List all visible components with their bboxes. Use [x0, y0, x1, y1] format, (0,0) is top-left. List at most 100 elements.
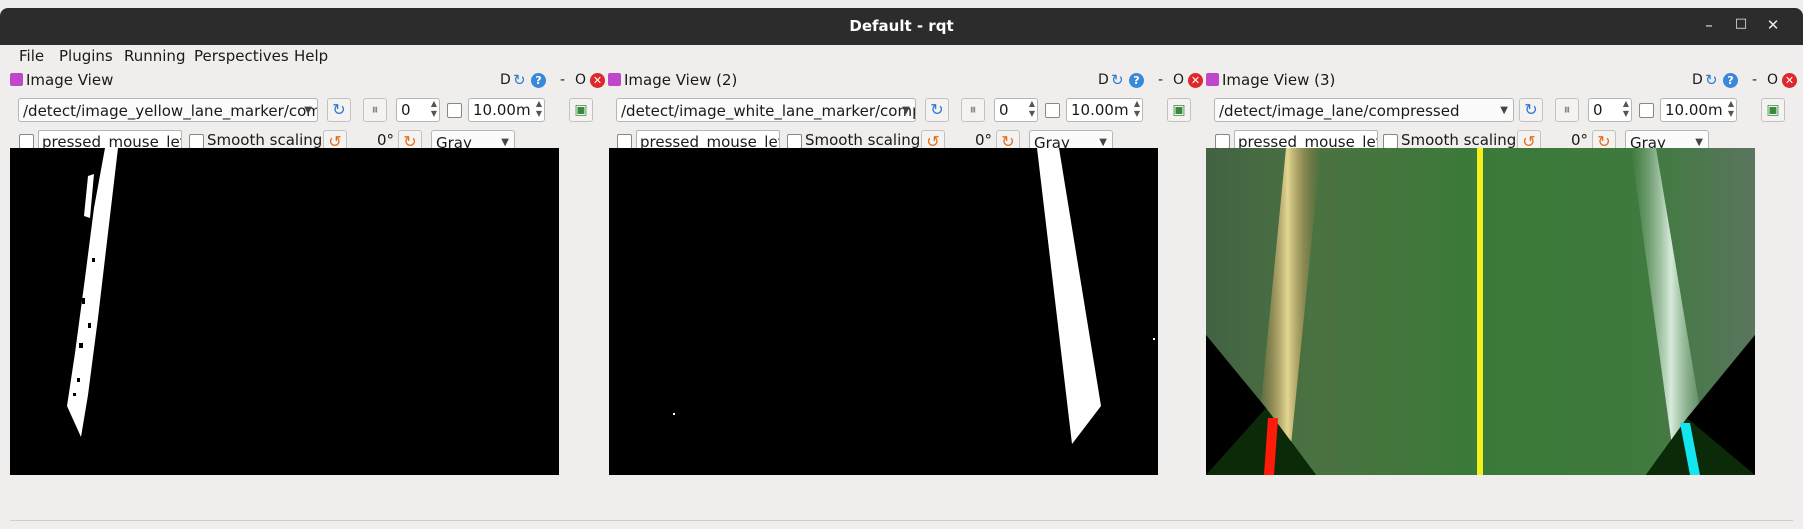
menu-bar: File Plugins Running Perspectives Help [0, 45, 1803, 69]
divider [10, 520, 1793, 521]
dock-close-icon[interactable]: ✕ [1188, 73, 1203, 88]
rqt-window: Default - rqt – □ ✕ File Plugins Running… [0, 0, 1803, 529]
save-image-icon[interactable]: ▣ [569, 98, 593, 122]
dock-d-button[interactable]: D [500, 72, 511, 88]
refresh-topics-button[interactable]: ↻ [1519, 98, 1543, 122]
spin-value: 0 [1593, 101, 1603, 119]
dock-d-button[interactable]: D [1692, 72, 1703, 88]
smooth-scaling-label: Smooth scaling [207, 131, 323, 149]
dock-title: Image View [26, 71, 114, 89]
dock-d-button[interactable]: D [1098, 72, 1109, 88]
title-bar[interactable]: Default - rqt – □ ✕ [0, 8, 1803, 45]
time-window-spin[interactable]: 10.00m ▲ ▼ [468, 98, 545, 122]
plugin-icon [10, 73, 23, 86]
save-image-icon[interactable]: ▣ [1167, 98, 1191, 122]
image-display[interactable] [1206, 148, 1755, 475]
lane-overlay-image [1206, 148, 1755, 475]
image-view-panel-3: Image View (3) D ↻ ? - O ✕ /detect/image… [1206, 70, 1803, 520]
help-icon[interactable]: ? [531, 73, 546, 88]
topic-value: /detect/image_yellow_lane_marker/com [23, 102, 318, 120]
dock-close-icon[interactable]: ✕ [590, 73, 605, 88]
dock-float-button[interactable]: O [1767, 72, 1778, 88]
smooth-scaling-label: Smooth scaling [1401, 131, 1517, 149]
time-value: 10.00m [1071, 101, 1129, 119]
dock-minimize-button[interactable]: - [560, 72, 565, 88]
white-lane-mask-image [673, 148, 1155, 444]
pause-icon[interactable]: ⏸ [1555, 98, 1579, 122]
dock-minimize-button[interactable]: - [1158, 72, 1163, 88]
help-icon[interactable]: ? [1723, 73, 1738, 88]
dock-title: Image View (3) [1222, 71, 1336, 89]
rotation-label: 0° [377, 131, 395, 149]
reload-icon[interactable]: ↻ [1705, 72, 1720, 88]
spin-arrows-icon[interactable]: ▲ ▼ [1623, 99, 1629, 119]
save-image-icon[interactable]: ▣ [1761, 98, 1785, 122]
menu-running[interactable]: Running [124, 47, 185, 65]
time-checkbox[interactable] [1045, 103, 1060, 118]
menu-file[interactable]: File [19, 47, 44, 65]
maximize-button[interactable]: □ [1731, 16, 1751, 31]
menu-plugins[interactable]: Plugins [59, 47, 113, 65]
time-window-spin[interactable]: 10.00m ▲ ▼ [1066, 98, 1143, 122]
menu-perspectives[interactable]: Perspectives [194, 47, 289, 65]
smooth-scaling-checkbox[interactable] [787, 134, 802, 149]
smooth-scaling-checkbox[interactable] [189, 134, 204, 149]
spin-arrows-icon[interactable]: ▲ ▼ [431, 99, 437, 119]
dock-header: Image View D ↻ ? - O ✕ [10, 70, 610, 92]
spin-box[interactable]: 0 ▲ ▼ [1588, 98, 1632, 122]
mouse-checkbox[interactable] [19, 134, 34, 149]
minimize-button[interactable]: – [1699, 16, 1719, 34]
smooth-scaling-checkbox[interactable] [1383, 134, 1398, 149]
rotation-label: 0° [975, 131, 993, 149]
rotation-label: 0° [1571, 131, 1589, 149]
spin-value: 0 [401, 101, 411, 119]
dock-float-button[interactable]: O [575, 72, 586, 88]
time-checkbox[interactable] [447, 103, 462, 118]
image-view-panel-1: Image View D ↻ ? - O ✕ /detect/image_yel… [10, 70, 610, 520]
dock-title: Image View (2) [624, 71, 738, 89]
topic-combo[interactable]: /detect/image_lane/compressed ▼ [1214, 98, 1514, 122]
window-title: Default - rqt [849, 17, 954, 35]
dock-minimize-button[interactable]: - [1752, 72, 1757, 88]
pause-icon[interactable]: ⏸ [961, 98, 985, 122]
spin-arrows-icon[interactable]: ▲ ▼ [1728, 99, 1734, 119]
topic-combo[interactable]: /detect/image_white_lane_marker/comp ▼ [616, 98, 916, 122]
chevron-down-icon: ▼ [1500, 105, 1508, 116]
dock-close-icon[interactable]: ✕ [1782, 73, 1797, 88]
help-icon[interactable]: ? [1129, 73, 1144, 88]
spin-value: 0 [999, 101, 1009, 119]
spin-box[interactable]: 0 ▲ ▼ [396, 98, 440, 122]
smooth-scaling-label: Smooth scaling [805, 131, 921, 149]
close-window-button[interactable]: ✕ [1763, 16, 1783, 34]
chevron-down-icon: ▼ [304, 105, 312, 116]
image-view-panel-2: Image View (2) D ↻ ? - O ✕ /detect/image… [608, 70, 1208, 520]
topic-value: /detect/image_white_lane_marker/comp [621, 102, 916, 120]
spin-arrows-icon[interactable]: ▲ ▼ [1134, 99, 1140, 119]
dock-header: Image View (2) D ↻ ? - O ✕ [608, 70, 1208, 92]
pause-icon[interactable]: ⏸ [363, 98, 387, 122]
reload-icon[interactable]: ↻ [513, 72, 528, 88]
time-value: 10.00m [1665, 101, 1723, 119]
dock-header: Image View (3) D ↻ ? - O ✕ [1206, 70, 1803, 92]
time-checkbox[interactable] [1639, 103, 1654, 118]
reload-icon[interactable]: ↻ [1111, 72, 1126, 88]
refresh-topics-button[interactable]: ↻ [327, 98, 351, 122]
spin-arrows-icon[interactable]: ▲ ▼ [1029, 99, 1035, 119]
mouse-checkbox[interactable] [617, 134, 632, 149]
plugin-icon [608, 73, 621, 86]
yellow-lane-mask-image [67, 148, 118, 437]
spin-arrows-icon[interactable]: ▲ ▼ [536, 99, 542, 119]
mouse-checkbox[interactable] [1215, 134, 1230, 149]
menu-help[interactable]: Help [294, 47, 328, 65]
topic-value: /detect/image_lane/compressed [1219, 102, 1460, 120]
topic-combo[interactable]: /detect/image_yellow_lane_marker/com ▼ [18, 98, 318, 122]
plugin-icon [1206, 73, 1219, 86]
spin-box[interactable]: 0 ▲ ▼ [994, 98, 1038, 122]
time-window-spin[interactable]: 10.00m ▲ ▼ [1660, 98, 1737, 122]
dock-float-button[interactable]: O [1173, 72, 1184, 88]
time-value: 10.00m [473, 101, 531, 119]
refresh-topics-button[interactable]: ↻ [925, 98, 949, 122]
image-display[interactable] [10, 148, 559, 475]
chevron-down-icon: ▼ [902, 105, 910, 116]
image-display[interactable] [609, 148, 1158, 475]
